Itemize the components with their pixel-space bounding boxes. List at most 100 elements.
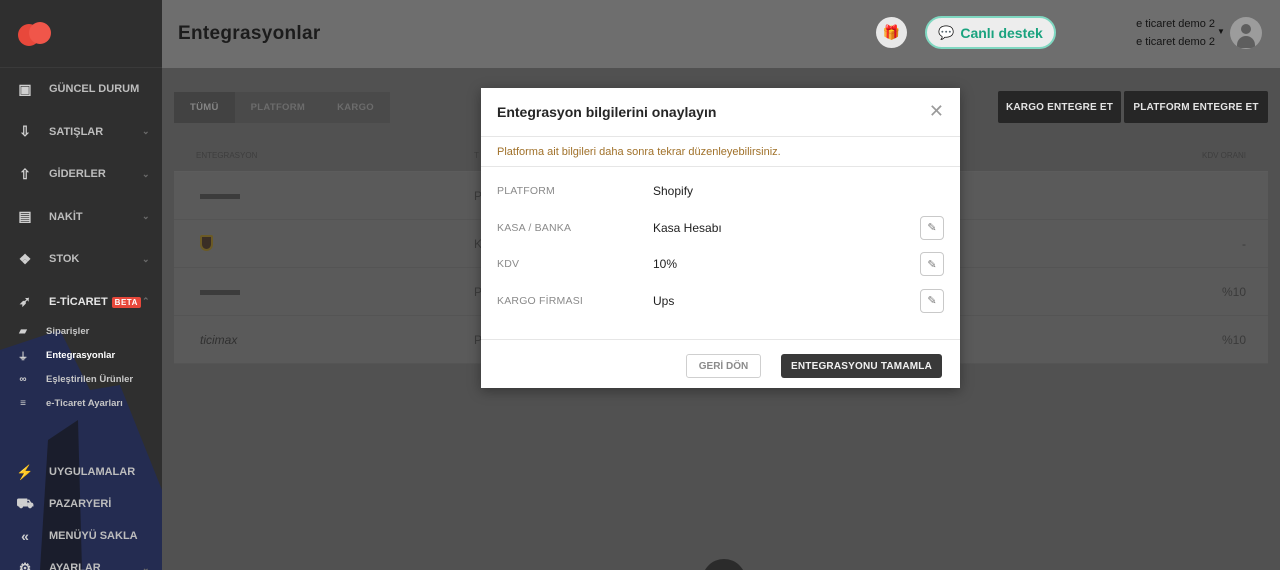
info-key: KASA / BANKA: [497, 221, 572, 234]
info-row-kargo-firmasi: KARGO FİRMASI Ups ✎: [481, 283, 960, 320]
sidebar-subitem-label: Siparişler: [46, 325, 90, 337]
sidebar-subitem-siparisler[interactable]: ▰ Siparişler: [0, 319, 162, 343]
cart-icon: ⛟: [16, 494, 34, 511]
ups-logo: [200, 234, 213, 253]
sidebar-item-label: SATIŞLAR: [49, 125, 104, 138]
page-title: Entegrasyonlar: [178, 23, 321, 44]
info-key: PLATFORM: [497, 185, 555, 198]
chevron-down-icon: ⌄: [142, 562, 150, 570]
sidebar-item-label: E-TİCARET BETA: [49, 296, 142, 308]
stock-icon: ❖: [18, 250, 32, 267]
info-value: Shopify: [653, 184, 694, 199]
sidebar-item-label: AYARLAR: [49, 562, 101, 570]
chevron-up-icon: ⌃: [142, 296, 150, 307]
sidebar-subitem-eslestirilen-urunler[interactable]: ∞ Eşleştirilen Ürünler: [0, 367, 162, 391]
column-header-kdv: KDV ORANI: [1201, 151, 1246, 160]
dashboard-icon: ▣: [18, 80, 32, 97]
sidebar-subitem-label: e-Ticaret Ayarları: [46, 397, 123, 409]
kdv-cell: -: [1242, 236, 1246, 251]
edit-kargo-button[interactable]: ✎: [920, 288, 944, 313]
sidebar-item-label: UYGULAMALAR: [49, 466, 136, 478]
settings-icon: ⚙: [18, 559, 32, 570]
modal-title: Entegrasyon bilgilerini onaylayın: [497, 104, 717, 120]
sidebar-item-satislar[interactable]: ⇩ SATIŞLAR ⌄: [0, 111, 162, 154]
apps-icon: ⚡: [16, 463, 34, 480]
info-row-platform: PLATFORM Shopify: [481, 173, 960, 210]
live-support-button[interactable]: 💬 Canlı destek: [925, 16, 1056, 49]
info-value: Ups: [653, 293, 675, 308]
user-name: e ticaret demo 2: [1136, 18, 1215, 30]
beta-badge: BETA: [111, 296, 141, 308]
sidebar-item-ayarlar[interactable]: ⚙ AYARLAR ⌄: [0, 552, 162, 570]
sidebar-item-label: GİDERLER: [49, 168, 106, 181]
ideasoft-logo: [200, 287, 240, 297]
sidebar-subitem-entegrasyonlar[interactable]: ⏚ Entegrasyonlar: [0, 343, 162, 367]
filter-tabs: TÜMÜ PLATFORM KARGO: [174, 92, 390, 123]
modal-body: PLATFORM Shopify KASA / BANKA Kasa Hesab…: [481, 167, 960, 340]
chevron-down-icon: ⌄: [142, 168, 150, 179]
topbar: Entegrasyonlar 🎁 💬 Canlı destek e ticare…: [162, 0, 1280, 68]
list-icon: ≡: [20, 397, 26, 409]
orders-icon: ▰: [19, 325, 27, 337]
kdv-cell: %10: [1221, 284, 1246, 299]
info-row-kdv: KDV 10% ✎: [481, 246, 960, 283]
info-row-kasa-banka: KASA / BANKA Kasa Hesabı ✎: [481, 210, 960, 247]
sidebar-item-menuyu-sakla[interactable]: « MENÜYÜ SAKLA: [0, 520, 162, 552]
info-key: KARGO FİRMASI: [497, 294, 584, 307]
modal-footer: GERİ DÖN ENTEGRASYONU TAMAMLA: [481, 340, 960, 386]
info-value: Kasa Hesabı: [653, 220, 722, 235]
kargo-entegre-et-button[interactable]: KARGO ENTEGRE ET: [998, 91, 1121, 123]
caret-down-icon[interactable]: ▼: [1217, 27, 1225, 36]
column-header-integration: ENTEGRASYON: [196, 151, 258, 160]
sidebar-item-uygulamalar[interactable]: ⚡ UYGULAMALAR: [0, 456, 162, 488]
sales-icon: ⇩: [19, 123, 31, 140]
avatar[interactable]: [1230, 17, 1262, 49]
chevron-down-icon: ⌄: [142, 211, 150, 222]
e-ticaret-submenu: ▰ Siparişler ⏚ Entegrasyonlar ∞ Eşleştir…: [0, 319, 162, 415]
plug-icon: ⏚: [18, 351, 28, 363]
pencil-icon: ✎: [927, 222, 937, 235]
platform-entegre-et-button[interactable]: PLATFORM ENTEGRE ET: [1124, 91, 1268, 123]
sidebar: ▣ GÜNCEL DURUM ⇩ SATIŞLAR ⌄ ⇧ GİDERLER ⌄…: [0, 0, 162, 570]
sidebar-item-giderler[interactable]: ⇧ GİDERLER ⌄: [0, 153, 162, 196]
floating-button[interactable]: [702, 559, 746, 570]
sidebar-item-pazaryeri[interactable]: ⛟ PAZARYERİ: [0, 488, 162, 520]
info-key: KDV: [497, 258, 520, 271]
tab-tumu[interactable]: TÜMÜ: [174, 92, 235, 123]
modal-note: Platforma ait bilgileri daha sonra tekra…: [481, 137, 960, 167]
sidebar-item-e-ticaret[interactable]: ➶ E-TİCARET BETA ⌃: [0, 281, 162, 324]
n11-logo: [200, 191, 240, 201]
chat-bubbles-icon: 💬: [938, 24, 955, 40]
sidebar-item-stok[interactable]: ❖ STOK ⌄: [0, 238, 162, 281]
sidebar-subitem-e-ticaret-ayarlari[interactable]: ≡ e-Ticaret Ayarları: [0, 391, 162, 415]
gift-button[interactable]: 🎁: [876, 17, 907, 48]
user-company: e ticaret demo 2: [1136, 36, 1215, 48]
collapse-icon: «: [21, 528, 29, 544]
live-support-label: Canlı destek: [960, 24, 1043, 41]
sidebar-item-label: PAZARYERİ: [49, 498, 112, 510]
pencil-icon: ✎: [927, 258, 937, 271]
sidebar-item-label: NAKİT: [49, 210, 83, 223]
sidebar-item-label: GÜNCEL DURUM: [49, 83, 140, 96]
back-button[interactable]: GERİ DÖN: [686, 354, 761, 378]
sidebar-item-nakit[interactable]: ▤ NAKİT ⌄: [0, 196, 162, 239]
chevron-down-icon: ⌄: [142, 253, 150, 264]
expenses-icon: ⇧: [19, 165, 31, 182]
ticimax-logo: ticimax: [200, 332, 238, 347]
sidebar-bottom-menu: ⚡ UYGULAMALAR ⛟ PAZARYERİ « MENÜYÜ SAKLA…: [0, 456, 162, 570]
tab-kargo[interactable]: KARGO: [321, 92, 390, 123]
modal-header: Entegrasyon bilgilerini onaylayın ✕: [481, 88, 960, 137]
edit-kdv-button[interactable]: ✎: [920, 252, 944, 277]
link-icon: ∞: [19, 373, 27, 385]
sidebar-item-guncel-durum[interactable]: ▣ GÜNCEL DURUM: [0, 68, 162, 111]
logo-area[interactable]: [0, 0, 162, 68]
sidebar-subitem-label: Eşleştirilen Ürünler: [46, 373, 134, 385]
close-icon[interactable]: ✕: [929, 102, 944, 120]
brand-logo[interactable]: [18, 21, 52, 46]
cash-icon: ▤: [18, 208, 32, 225]
user-menu[interactable]: e ticaret demo 2 e ticaret demo 2: [1115, 15, 1215, 51]
sidebar-menu: ▣ GÜNCEL DURUM ⇩ SATIŞLAR ⌄ ⇧ GİDERLER ⌄…: [0, 68, 162, 323]
tab-platform[interactable]: PLATFORM: [234, 92, 322, 123]
edit-kasa-button[interactable]: ✎: [920, 215, 944, 240]
complete-integration-button[interactable]: ENTEGRASYONU TAMAMLA: [781, 354, 942, 378]
